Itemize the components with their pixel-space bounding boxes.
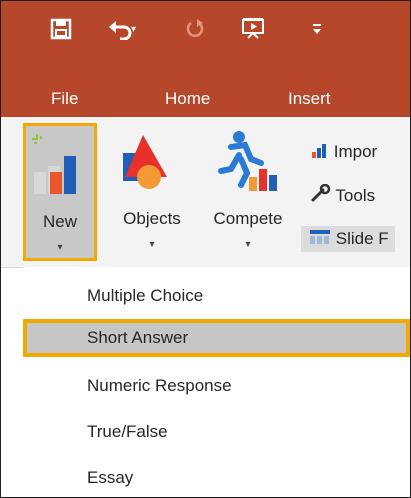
import-chart-icon — [311, 140, 329, 166]
customize-qat-icon[interactable] — [301, 13, 333, 45]
tab-file[interactable]: File — [51, 81, 78, 117]
objects-button[interactable]: Objects ▾ — [111, 123, 193, 261]
objects-button-label: Objects — [123, 209, 181, 228]
slide-icon — [309, 227, 331, 253]
slideshow-icon[interactable] — [237, 13, 269, 45]
compete-button-label: Compete — [213, 209, 283, 228]
import-button-label: Impor — [333, 142, 378, 161]
menu-item-numeric-response[interactable]: Numeric Response — [23, 367, 410, 405]
ribbon-tabs: File Home Insert — [1, 81, 410, 117]
redo-group — [179, 11, 211, 47]
title-bar: ▾ — [1, 1, 410, 78]
menu-item-essay[interactable]: Essay — [23, 459, 410, 497]
tab-home[interactable]: Home — [165, 81, 210, 117]
objects-dropdown-icon: ▾ — [149, 239, 155, 250]
tab-insert[interactable]: Insert — [288, 81, 331, 117]
quick-access-toolbar — [45, 11, 77, 47]
app-window: ▾ File Home Insert New ▾ Objects ▾ Compe… — [0, 0, 411, 498]
import-button[interactable]: Impor — [311, 139, 377, 165]
save-icon[interactable] — [45, 13, 77, 45]
menu-item-short-answer[interactable]: Short Answer — [23, 319, 410, 357]
slide-button[interactable]: Slide F — [301, 226, 395, 252]
tools-button[interactable]: Tools — [311, 183, 375, 209]
compete-button[interactable]: Compete ▾ — [197, 123, 299, 261]
undo-group: ▾ — [105, 11, 136, 47]
redo-icon[interactable] — [179, 13, 211, 45]
objects-shapes-icon — [123, 135, 167, 189]
slide-button-label: Slide F — [335, 229, 389, 248]
new-question-menu: Multiple Choice Short Answer Numeric Res… — [23, 267, 410, 497]
new-button-content: New ▾ — [26, 126, 94, 258]
new-button[interactable]: New ▾ — [23, 123, 97, 261]
new-dropdown-icon: ▾ — [57, 242, 63, 253]
new-button-label: New — [42, 212, 77, 231]
wrench-icon — [311, 183, 331, 210]
slideshow-group — [237, 11, 269, 47]
customize-qat-group — [301, 11, 333, 47]
tools-button-label: Tools — [335, 186, 376, 205]
compete-dropdown-icon: ▾ — [245, 239, 251, 250]
menu-item-multiple-choice[interactable]: Multiple Choice — [23, 277, 410, 315]
compete-runner-icon — [218, 131, 277, 191]
menu-item-true-false[interactable]: True/False — [23, 413, 410, 451]
undo-dropdown-icon[interactable]: ▾ — [131, 24, 136, 35]
